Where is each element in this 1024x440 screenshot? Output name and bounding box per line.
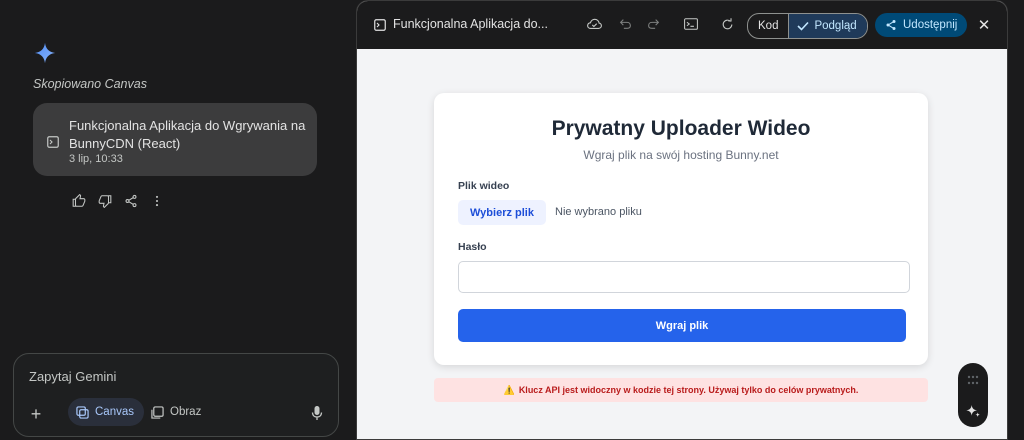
- preview-tab[interactable]: Podgląd: [788, 14, 867, 38]
- api-key-warning: ⚠️ Klucz API jest widoczny w kodzie tej …: [434, 378, 928, 402]
- warning-text: Klucz API jest widoczny w kodzie tej str…: [518, 385, 859, 395]
- no-file-text: Nie wybrano pliku: [555, 206, 642, 218]
- mic-icon[interactable]: [310, 405, 324, 421]
- prompt-input[interactable]: Zapytaj Gemini: [29, 369, 116, 384]
- share-button[interactable]: Udostępnij: [875, 13, 968, 37]
- drag-handle-icon[interactable]: [966, 375, 980, 385]
- thumb-up-icon[interactable]: [71, 193, 87, 209]
- canvas-doc-icon: [47, 136, 59, 148]
- image-tool-button[interactable]: Obraz: [151, 398, 201, 426]
- undo-icon[interactable]: [617, 16, 633, 32]
- upload-button[interactable]: Wgraj plik: [458, 309, 906, 342]
- image-tool-label: Obraz: [170, 406, 202, 418]
- view-toggle: Kod Podgląd: [747, 13, 868, 39]
- more-vert-icon[interactable]: [149, 193, 165, 209]
- app-preview: Prywatny Uploader Wideo Wgraj plik na sw…: [357, 49, 1007, 439]
- prompt-box[interactable]: Zapytaj Gemini + Canvas Obraz: [13, 353, 339, 437]
- add-icon[interactable]: +: [27, 404, 45, 425]
- warning-icon: ⚠️: [503, 384, 515, 395]
- redo-icon[interactable]: [645, 16, 661, 32]
- canvas-card-date: 3 lip, 10:33: [69, 153, 123, 165]
- refresh-icon[interactable]: [719, 16, 735, 32]
- thumb-down-icon[interactable]: [97, 193, 113, 209]
- share-icon[interactable]: [123, 193, 139, 209]
- choose-file-button[interactable]: Wybierz plik: [458, 200, 546, 225]
- canvas-panel: Funkcjonalna Aplikacja do... Kod Podgląd…: [356, 0, 1008, 440]
- share-label: Udostępnij: [903, 19, 958, 31]
- page-title: Prywatny Uploader Wideo: [551, 117, 811, 140]
- copied-canvas-label: Skopiowano Canvas: [33, 77, 147, 91]
- image-tool-icon: [151, 405, 164, 419]
- video-file-label: Plik wideo: [458, 180, 510, 192]
- canvas-toolbar: Funkcjonalna Aplikacja do... Kod Podgląd…: [357, 1, 1007, 49]
- check-icon: [797, 21, 810, 31]
- password-label: Hasło: [458, 241, 487, 253]
- close-icon[interactable]: ✕: [977, 16, 991, 34]
- canvas-card-title: Funkcjonalna Aplikacja do Wgrywania na B…: [69, 118, 306, 151]
- feedback-bar: [71, 193, 165, 209]
- uploader-card: Prywatny Uploader Wideo Wgraj plik na sw…: [434, 93, 928, 365]
- share-icon: [886, 20, 896, 30]
- canvas-tool-button[interactable]: Canvas: [68, 398, 144, 426]
- floating-tools: [958, 363, 988, 427]
- canvas-tool-label: Canvas: [95, 406, 134, 418]
- password-input[interactable]: [458, 261, 910, 293]
- preview-tab-label: Podgląd: [814, 20, 857, 32]
- canvas-tool-icon: [76, 405, 89, 419]
- code-tab[interactable]: Kod: [748, 14, 788, 38]
- canvas-card[interactable]: Funkcjonalna Aplikacja do Wgrywania na B…: [33, 103, 317, 176]
- chat-panel: Skopiowano Canvas Funkcjonalna Aplikacja…: [0, 0, 352, 438]
- gemini-sparkle-icon: [34, 42, 56, 64]
- canvas-doc-icon: [374, 19, 386, 31]
- canvas-title[interactable]: Funkcjonalna Aplikacja do...: [393, 17, 548, 31]
- ai-edit-sparkle-icon[interactable]: [965, 403, 981, 419]
- page-subtitle: Wgraj plik na swój hosting Bunny.net: [583, 148, 779, 162]
- cloud-sync-icon[interactable]: [586, 16, 602, 32]
- console-icon[interactable]: [683, 16, 699, 32]
